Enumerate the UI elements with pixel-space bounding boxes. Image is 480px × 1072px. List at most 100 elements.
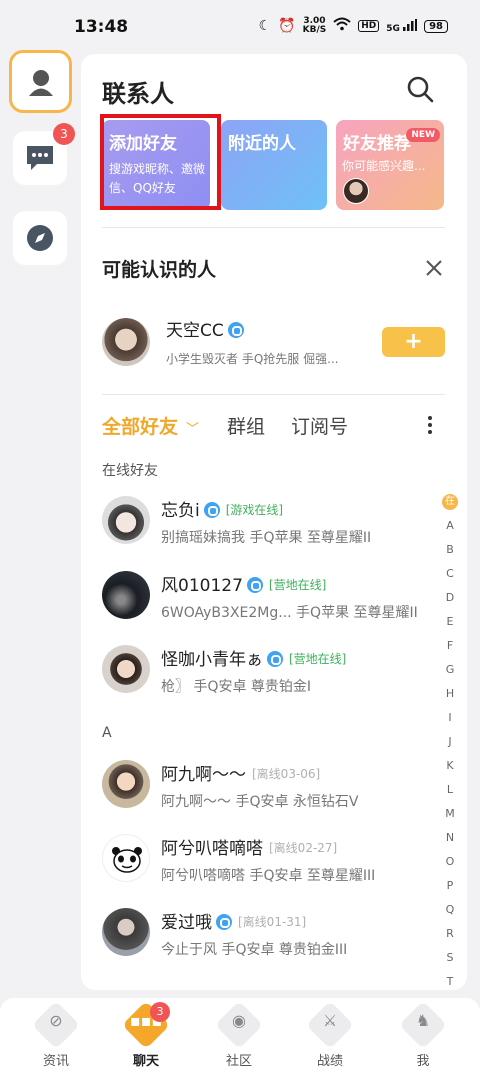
message-count-badge: 3 <box>53 123 75 145</box>
alpha-index-item[interactable]: Q <box>442 898 458 922</box>
chat-bubble-icon <box>27 146 53 170</box>
friend-name-text: 爱过哦 <box>161 913 212 933</box>
close-suggestions-button[interactable] <box>423 257 445 279</box>
friend-status: [营地在线] <box>289 652 347 666</box>
friend-name: 阿九啊～～ [离线03-06] <box>161 760 320 785</box>
friend-avatar <box>102 834 150 882</box>
suggestion-name[interactable]: 天空CC <box>166 316 244 341</box>
signal-bars-icon <box>403 18 418 31</box>
nav-chat[interactable]: ▪▪▪ 3 聊天 <box>106 998 186 1072</box>
tab-subscriptions[interactable]: 订阅号 <box>291 412 348 439</box>
group-label-a: A <box>102 725 112 741</box>
alpha-index-item[interactable]: P <box>442 874 458 898</box>
male-icon <box>216 914 232 930</box>
alpha-index-item[interactable]: F <box>442 634 458 658</box>
alphabet-index[interactable]: 在 A B C D E F G H I J K L M N O P Q R S … <box>442 490 458 994</box>
friend-status: [离线02-27] <box>269 841 338 855</box>
nav-news-label: 资讯 <box>42 1054 69 1069</box>
friend-avatar <box>102 571 150 619</box>
recommend-avatar <box>343 178 369 204</box>
group-label-online: 在线好友 <box>102 463 158 479</box>
status-icons: ☾ ⏰ 3.00 KB/S HD 5G 98 <box>259 17 448 35</box>
battery-indicator: 98 <box>424 19 448 33</box>
alpha-index-item[interactable]: T <box>442 970 458 994</box>
friend-desc: 阿九啊～～ 手Q安卓 永恒钻石V <box>161 794 359 810</box>
new-badge: NEW <box>406 128 440 142</box>
add-friend-title: 添加好友 <box>109 134 177 154</box>
add-suggestion-button[interactable]: + <box>382 327 445 357</box>
contacts-rail-button[interactable] <box>9 50 72 113</box>
alpha-index-item[interactable]: O <box>442 850 458 874</box>
friend-name: 怪咖小青年ぁ [营地在线] <box>161 645 346 670</box>
suggestion-avatar[interactable] <box>102 318 150 366</box>
friend-name-text: 阿九啊～～ <box>161 765 246 785</box>
friend-status: [离线01-31] <box>238 915 307 929</box>
alpha-index-item[interactable]: K <box>442 754 458 778</box>
friend-name: 爱过哦 [离线01-31] <box>161 908 306 933</box>
friend-row[interactable]: 阿兮叭嗒嘀嗒 [离线02-27] 阿兮叭嗒嘀嗒 手Q安卓 至尊星耀III <box>102 834 447 898</box>
nav-news[interactable]: ⊘ 资讯 <box>16 998 96 1072</box>
nav-me[interactable]: ♞ 我 <box>383 998 463 1072</box>
nav-chat-label: 聊天 <box>132 1054 159 1069</box>
alpha-index-item[interactable]: B <box>442 538 458 562</box>
alpha-index-item[interactable]: D <box>442 586 458 610</box>
friend-desc: 阿兮叭嗒嘀嗒 手Q安卓 至尊星耀III <box>161 868 376 884</box>
friend-row[interactable]: 忘负i [游戏在线] 别搞瑶妹搞我 手Q苹果 至尊星耀II <box>102 496 447 560</box>
crossed-swords-icon: ⚔ <box>322 1011 338 1030</box>
alpha-index-item[interactable]: 在 <box>442 494 458 510</box>
friend-recommend-card[interactable]: 好友推荐 NEW 你可能感兴趣... <box>336 120 444 210</box>
friend-name: 风010127 [营地在线] <box>161 571 326 596</box>
net-speed: 3.00 KB/S <box>303 17 327 35</box>
more-dot <box>428 416 432 420</box>
news-icon: ⊘ <box>49 1011 63 1030</box>
community-icon: ◉ <box>232 1011 246 1030</box>
nav-community[interactable]: ◉ 社区 <box>199 998 279 1072</box>
nearby-people-card[interactable]: 附近的人 <box>221 120 327 210</box>
discover-rail-button[interactable] <box>13 211 67 265</box>
friend-row[interactable]: 阿九啊～～ [离线03-06] 阿九啊～～ 手Q安卓 永恒钻石V <box>102 760 447 824</box>
friend-row[interactable]: 风010127 [营地在线] 6WOAyB3XE2Mg... 手Q苹果 至尊星耀I… <box>102 571 447 635</box>
alpha-index-item[interactable]: G <box>442 658 458 682</box>
alarm-icon: ⏰ <box>278 18 296 34</box>
alpha-index-item[interactable]: I <box>442 706 458 730</box>
chat-icon: ▪▪▪ <box>129 1011 163 1030</box>
friend-name: 阿兮叭嗒嘀嗒 [离线02-27] <box>161 834 337 859</box>
friend-avatar <box>102 908 150 956</box>
more-dot <box>428 423 432 427</box>
alpha-index-item[interactable]: H <box>442 682 458 706</box>
divider <box>102 227 445 228</box>
friend-row[interactable]: 怪咖小青年ぁ [营地在线] 枪〗 手Q安卓 尊贵铂金I <box>102 645 447 709</box>
add-friend-card[interactable]: 添加好友 搜游戏昵称、邀微信、QQ好友 <box>102 120 210 210</box>
page-title: 联系人 <box>102 80 174 108</box>
alpha-index-item[interactable]: L <box>442 778 458 802</box>
tab-all-friends[interactable]: 全部好友 <box>102 412 178 439</box>
wifi-icon <box>333 17 351 35</box>
more-options-button[interactable] <box>425 414 435 436</box>
alpha-index-item[interactable]: E <box>442 610 458 634</box>
friend-avatar <box>102 496 150 544</box>
alpha-index-item[interactable]: R <box>442 922 458 946</box>
alpha-index-item[interactable]: N <box>442 826 458 850</box>
status-bar: 13:48 ☾ ⏰ 3.00 KB/S HD 5G 98 <box>0 0 480 52</box>
user-icon <box>28 69 53 96</box>
tab-groups[interactable]: 群组 <box>227 412 265 439</box>
hero-icon: ♞ <box>415 1011 431 1030</box>
alpha-index-item[interactable]: S <box>442 946 458 970</box>
alpha-index-item[interactable]: C <box>442 562 458 586</box>
friend-status: [营地在线] <box>268 578 327 592</box>
alpha-index-item[interactable]: M <box>442 802 458 826</box>
friend-desc: 6WOAyB3XE2Mg... 手Q苹果 至尊星耀II <box>161 605 418 621</box>
friend-row[interactable]: 爱过哦 [离线01-31] 今止于风 手Q安卓 尊贵铂金III <box>102 908 447 972</box>
nav-record[interactable]: ⚔ 战绩 <box>290 998 370 1072</box>
friend-desc: 枪〗 手Q安卓 尊贵铂金I <box>161 679 312 695</box>
search-button[interactable] <box>405 74 435 104</box>
alpha-index-item[interactable]: A <box>442 514 458 538</box>
friend-status: [离线03-06] <box>252 767 321 781</box>
friend-desc: 别搞瑶妹搞我 手Q苹果 至尊星耀II <box>161 530 372 546</box>
divider <box>102 394 445 395</box>
friend-status: [游戏在线] <box>225 503 284 517</box>
messages-rail-button[interactable]: 3 <box>13 123 75 185</box>
alpha-index-item[interactable]: J <box>442 730 458 754</box>
more-dot <box>428 430 432 434</box>
chevron-down-icon[interactable]: ﹀ <box>186 418 199 437</box>
